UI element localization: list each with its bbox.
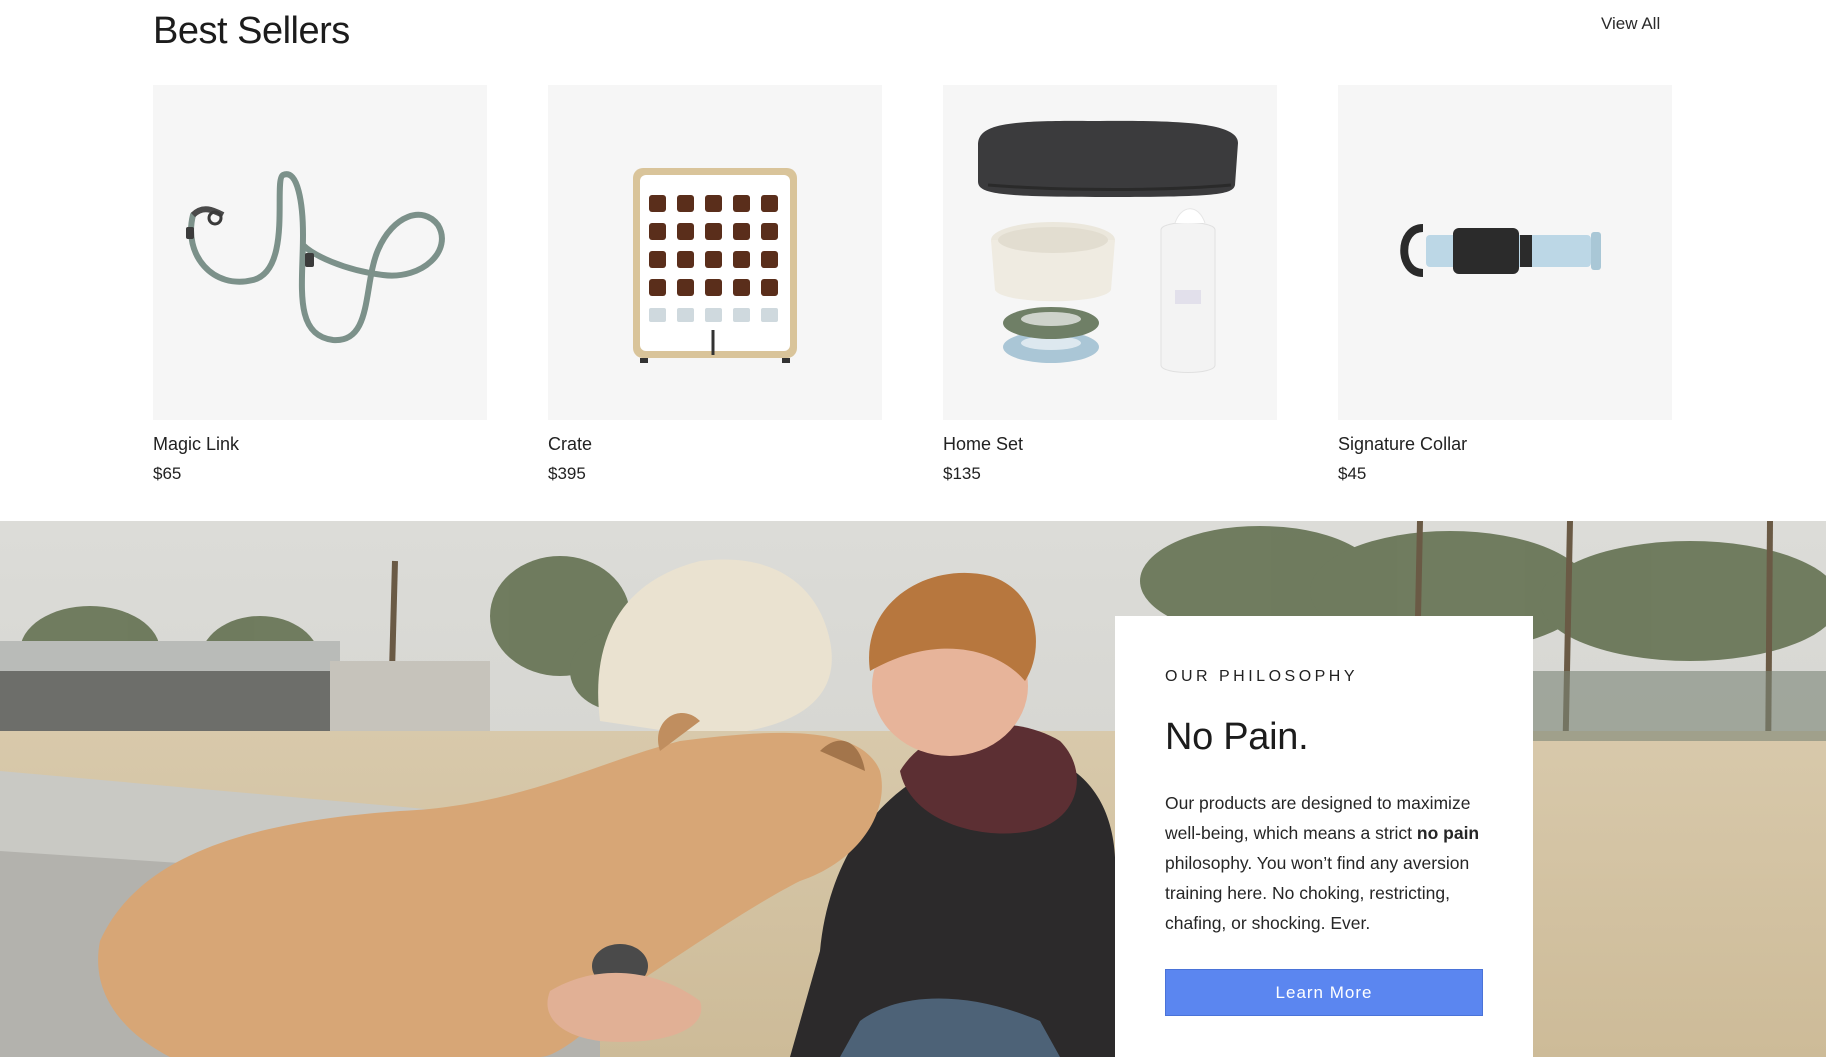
best-sellers-section: Best Sellers View All Magic Link $65 Cra…	[0, 0, 1826, 521]
section-title: Best Sellers	[153, 10, 350, 52]
product-price: $45	[1338, 464, 1367, 483]
product-price: $65	[153, 464, 182, 483]
product-card-crate[interactable]: Crate $395	[548, 85, 882, 484]
product-image-leash[interactable]	[153, 85, 487, 420]
product-card-magic-link[interactable]: Magic Link $65	[153, 85, 487, 484]
product-image-crate[interactable]	[548, 85, 882, 420]
product-price: $395	[548, 464, 586, 483]
philosophy-text-bold: no pain	[1416, 823, 1480, 843]
product-name[interactable]: Crate	[548, 434, 882, 455]
hero-photo-man-and-dog	[0, 521, 1826, 1057]
view-all-link[interactable]: View All	[1601, 14, 1660, 34]
product-image-home-set[interactable]	[943, 85, 1277, 420]
philosophy-text-part: philosophy. You won’t find any aversion …	[1165, 853, 1470, 933]
philosophy-card: OUR PHILOSOPHY No Pain. Our products are…	[1115, 616, 1533, 1057]
product-name[interactable]: Magic Link	[153, 434, 487, 455]
product-card-home-set[interactable]: Home Set $135	[943, 85, 1277, 484]
product-name[interactable]: Home Set	[943, 434, 1277, 455]
product-card-signature-collar[interactable]: Signature Collar $45	[1338, 85, 1672, 484]
product-image-collar[interactable]	[1338, 85, 1672, 420]
product-name[interactable]: Signature Collar	[1338, 434, 1672, 455]
philosophy-title: No Pain.	[1165, 716, 1309, 758]
philosophy-eyebrow: OUR PHILOSOPHY	[1165, 668, 1359, 685]
learn-more-button[interactable]: Learn More	[1165, 969, 1483, 1016]
product-price: $135	[943, 464, 981, 483]
philosophy-text: Our products are designed to maximize we…	[1165, 788, 1495, 938]
philosophy-hero: OUR PHILOSOPHY No Pain. Our products are…	[0, 521, 1826, 1057]
